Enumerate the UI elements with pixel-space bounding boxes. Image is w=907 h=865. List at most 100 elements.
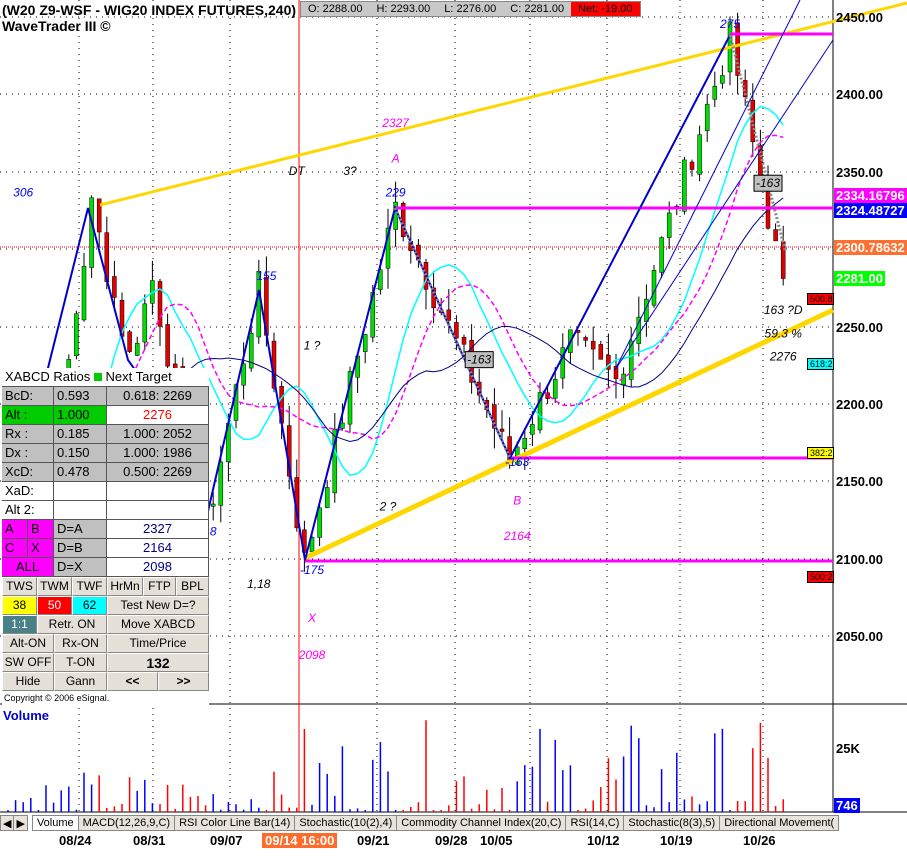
ohlc-readout: O: 2288.00 H: 2293.00 L: 2276.00 C: 2281… xyxy=(300,1,641,17)
study-tab[interactable]: MACD(12,26,9,C) xyxy=(77,815,176,831)
prev-button[interactable]: << xyxy=(107,672,158,691)
next-button[interactable]: >> xyxy=(158,672,209,691)
candle-body xyxy=(666,212,672,238)
fib-62-button[interactable]: 62 xyxy=(72,596,107,615)
ratio-target: 2276 xyxy=(107,406,209,424)
target-value: 2164 xyxy=(107,539,209,557)
ftp-button[interactable]: FTP xyxy=(143,577,176,596)
price-tick: 2250.00 xyxy=(836,320,883,335)
candle-body xyxy=(583,337,588,341)
panel-header: XABCD Ratios Next Target xyxy=(5,369,172,384)
candle-body xyxy=(590,340,596,350)
twf-button[interactable]: TWF xyxy=(72,577,107,596)
price-tick: 2400.00 xyxy=(836,87,883,102)
candle-body xyxy=(142,303,148,343)
ratio-target: 1.000: 1986 xyxy=(107,444,209,462)
ratio-target xyxy=(107,501,209,519)
candle-body xyxy=(530,424,535,435)
fib-50-button[interactable]: 50 xyxy=(37,596,72,615)
chart-annotation: 155 xyxy=(256,269,276,283)
candle-body xyxy=(74,313,79,357)
point-button[interactable]: A xyxy=(2,520,28,538)
chart-annotation: 2 ? xyxy=(379,500,397,514)
candle-body xyxy=(362,334,368,352)
candle-body xyxy=(340,422,345,429)
chart-annotation: 1,18 xyxy=(247,577,271,591)
candle-body xyxy=(712,86,718,100)
rx-on-button[interactable]: Rx-ON xyxy=(54,634,107,653)
move-xabcd-button[interactable]: Move XABCD xyxy=(107,615,209,634)
price-tick: 2150.00 xyxy=(836,474,883,489)
chart-title: (W20 Z9-WSF - WIG20 INDEX FUTURES,240) 5… xyxy=(2,2,324,18)
study-tab[interactable]: RSI(14,C) xyxy=(565,815,625,831)
study-tab[interactable]: RSI Color Line Bar(14) xyxy=(174,815,296,831)
candle-body xyxy=(522,437,528,450)
candle-body xyxy=(324,487,330,508)
scroll-left-button[interactable]: ◀ xyxy=(0,815,15,831)
t-on-button[interactable]: T-ON xyxy=(54,653,107,672)
candle-body xyxy=(598,344,604,360)
ratio-target: 0.500: 2269 xyxy=(107,463,209,481)
study-name: WaveTrader III © xyxy=(2,18,111,34)
bpl-button[interactable]: BPL xyxy=(176,577,209,596)
all-button[interactable]: ALL xyxy=(2,558,54,576)
price-tick: 2100.00 xyxy=(836,552,883,567)
price-tag: 2334.16796 xyxy=(834,188,907,204)
candle-body xyxy=(552,378,558,399)
date-label: 10/12 xyxy=(587,833,620,848)
tws-button[interactable]: TWS xyxy=(2,577,37,596)
retr-button[interactable]: Retr. ON xyxy=(37,615,107,634)
hide-button[interactable]: Hide xyxy=(2,672,54,691)
date-label: 09/07 xyxy=(210,833,243,848)
candle-body xyxy=(446,309,452,321)
price-tag: 2300.78632 xyxy=(834,239,907,255)
volume-bars xyxy=(7,720,784,812)
chart-annotation: 163 ?D xyxy=(764,303,803,317)
candle-body xyxy=(165,324,170,367)
gann-button[interactable]: Gann xyxy=(54,672,107,691)
point-button[interactable]: C xyxy=(2,539,28,557)
candle-body xyxy=(89,197,94,268)
chart-annotation: 1 ? xyxy=(304,339,321,353)
target-key: D=B xyxy=(54,539,107,557)
date-label: 08/24 xyxy=(59,833,92,848)
hrmn-button[interactable]: HrMn xyxy=(107,577,143,596)
ratio-button[interactable]: 1:1 xyxy=(2,615,37,634)
candle-body xyxy=(682,159,687,212)
candle-body xyxy=(704,103,710,131)
sw-off-button[interactable]: SW OFF xyxy=(2,653,54,672)
scroll-right-button[interactable]: ▶ xyxy=(13,815,28,831)
chart-annotation: DT xyxy=(289,164,307,178)
test-new-d-button[interactable]: Test New D=? xyxy=(107,596,209,615)
point-button[interactable]: X xyxy=(28,539,54,557)
fib-level-tag: 382:2 xyxy=(807,447,834,460)
ratio-key: XaD: xyxy=(2,482,54,500)
candle-body xyxy=(659,237,664,273)
fib-38-button[interactable]: 38 xyxy=(2,596,37,615)
target-key: D=X xyxy=(54,558,107,576)
twm-button[interactable]: TWM xyxy=(37,577,72,596)
study-tab[interactable]: Commodity Channel Index(20,C) xyxy=(396,815,567,831)
ratio-key: BcD: xyxy=(2,387,54,405)
study-tab[interactable]: Directional Movement( xyxy=(719,815,840,831)
ratio-value: 0.185 xyxy=(54,425,107,443)
price-tick: 2350.00 xyxy=(836,165,883,180)
alt-on-button[interactable]: Alt-ON xyxy=(2,634,54,653)
bar-count: 132 xyxy=(107,653,209,672)
study-tab[interactable]: Volume xyxy=(31,815,79,831)
point-button[interactable]: B xyxy=(28,520,54,538)
volume-last-tag: 746 xyxy=(834,798,860,813)
fib-level-tag: 618:2 xyxy=(807,357,834,370)
chart-annotation: 2327 xyxy=(381,116,410,130)
time-price-button[interactable]: Time/Price xyxy=(107,634,209,653)
candle-body xyxy=(461,337,467,345)
candle-body xyxy=(689,161,695,170)
ratio-key: XcD: xyxy=(2,463,54,481)
date-label: 10/05 xyxy=(480,833,513,848)
chart-annotation: -175 xyxy=(300,563,324,577)
study-tab[interactable]: Stochastic(8(3),5) xyxy=(623,815,721,831)
target-key: D=A xyxy=(54,520,107,538)
study-tab[interactable]: Stochastic(10(2),4) xyxy=(294,815,398,831)
date-label: 09/21 xyxy=(357,833,390,848)
ratio-key: Alt 2: xyxy=(2,501,54,519)
